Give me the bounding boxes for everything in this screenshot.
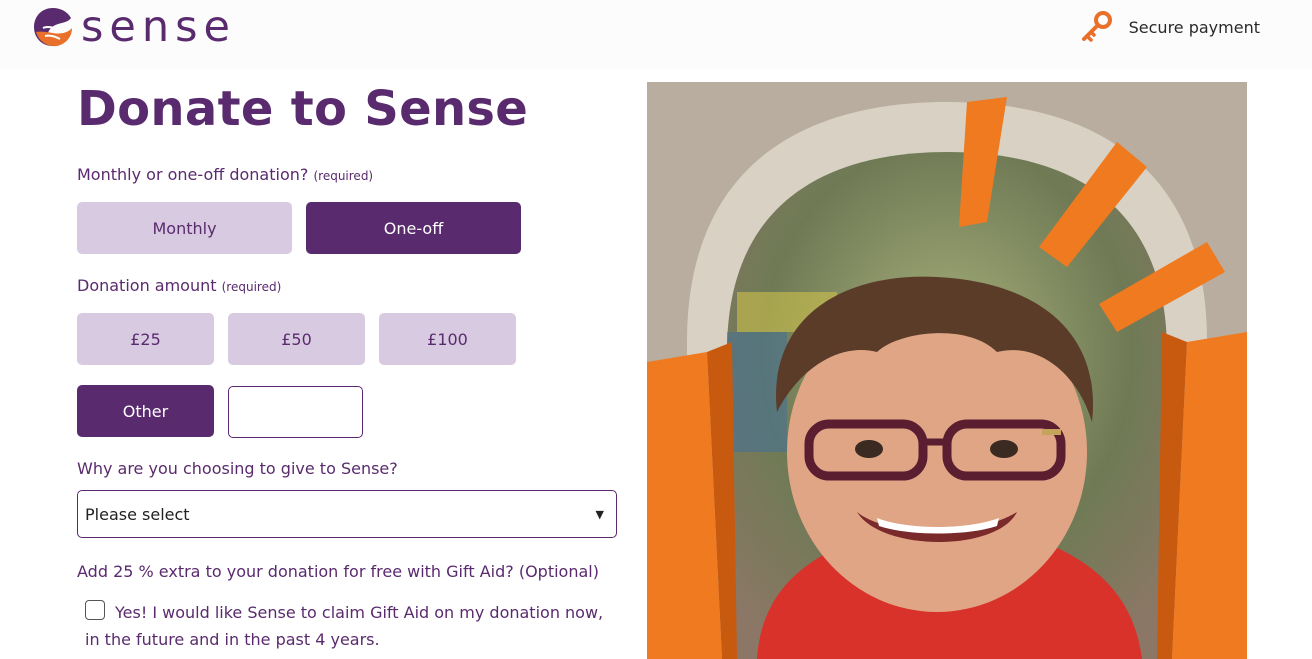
frequency-label: Monthly or one-off donation? (required) [77, 165, 373, 186]
gift-aid-question: Add 25 % extra to your donation for free… [77, 562, 599, 581]
other-amount-input[interactable] [228, 386, 363, 438]
site-header: sense Secure payment [0, 0, 1312, 70]
frequency-question: Monthly or one-off donation? [77, 165, 309, 184]
amount-label: Donation amount (required) [77, 276, 281, 297]
page-title: Donate to Sense [77, 81, 529, 137]
key-icon [1081, 11, 1112, 42]
logo-wordmark: sense [81, 2, 236, 52]
chevron-down-icon: ▼ [595, 507, 604, 521]
amount-100-button[interactable]: £100 [379, 313, 516, 365]
sense-logo[interactable]: sense [33, 2, 236, 52]
reason-select[interactable]: Please select ▼ [77, 490, 617, 538]
one-off-button[interactable]: One-off [306, 202, 521, 254]
monthly-button[interactable]: Monthly [77, 202, 292, 254]
gift-aid-checkbox[interactable] [85, 600, 105, 620]
hero-photo [647, 82, 1247, 659]
amount-50-button[interactable]: £50 [228, 313, 365, 365]
amount-25-button[interactable]: £25 [77, 313, 214, 365]
secure-payment: Secure payment [1079, 10, 1260, 44]
child-photo-illustration [647, 82, 1247, 659]
secure-payment-label: Secure payment [1128, 17, 1260, 37]
required-marker: (required) [313, 169, 374, 183]
required-marker: (required) [221, 280, 282, 294]
gift-aid-checkbox-label[interactable]: Yes! I would like Sense to claim Gift Ai… [85, 599, 605, 653]
reason-select-value: Please select [85, 504, 190, 524]
amount-question: Donation amount [77, 276, 217, 295]
amount-other-button[interactable]: Other [77, 385, 214, 437]
sense-logo-icon [34, 8, 72, 47]
reason-label: Why are you choosing to give to Sense? [77, 459, 398, 478]
